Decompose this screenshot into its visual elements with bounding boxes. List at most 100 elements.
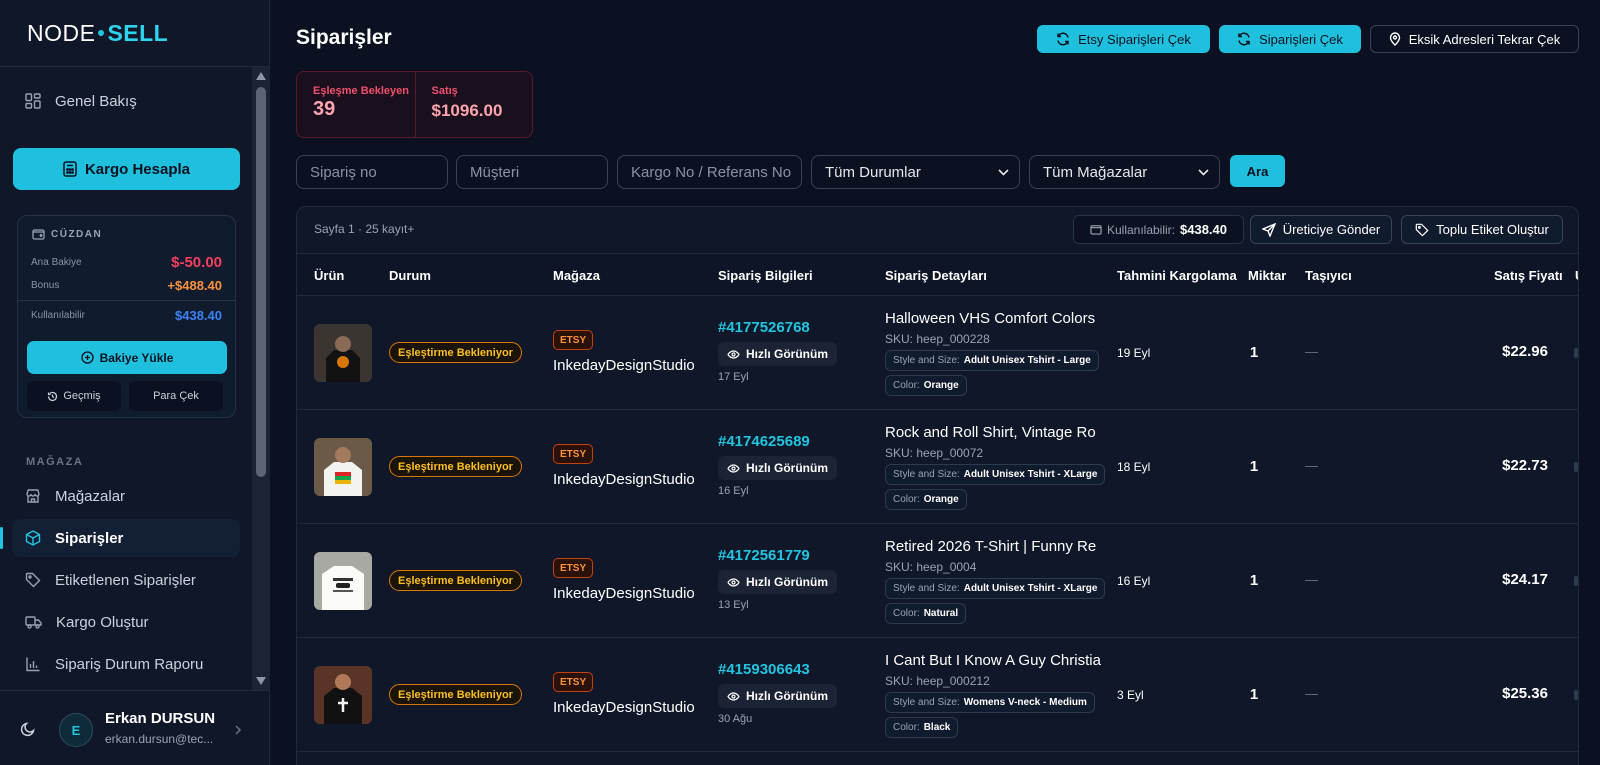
quick-view-label: Hızlı Görünüm — [746, 347, 828, 361]
main-balance-label: Ana Bakiye — [31, 257, 82, 268]
history-label: Geçmiş — [63, 390, 101, 402]
table-row[interactable]: Eşleştirme Bekleniyor ETSY InkedayDesign… — [297, 296, 1578, 410]
option-value: Adult Unisex Tshirt - XLarge — [963, 583, 1098, 594]
sidebar-item-orders[interactable]: Siparişler — [0, 519, 240, 557]
channel-badge: ETSY — [553, 558, 594, 578]
quick-view-button[interactable]: Hızlı Görünüm — [718, 684, 837, 708]
quantity: 1 — [1249, 572, 1259, 589]
chevron-right-icon[interactable] — [234, 724, 242, 736]
quick-view-button[interactable]: Hızlı Görünüm — [718, 456, 837, 480]
logo[interactable]: NODE SELL — [0, 0, 269, 67]
cargo-no-input[interactable]: Kargo No / Referans No — [617, 155, 802, 189]
logo-text-sell: SELL — [107, 20, 169, 46]
col-extra: U — [1575, 268, 1578, 283]
order-number-link[interactable]: #4159306643 — [718, 661, 810, 678]
product-title: Retired 2026 T-Shirt | Funny Re — [885, 538, 1097, 555]
user-email: erkan.dursun@tec... — [105, 732, 214, 746]
option-label: Color: — [893, 380, 920, 391]
main-balance-value: $-50.00 — [171, 254, 222, 271]
avatar[interactable]: E — [59, 713, 93, 747]
quick-view-button[interactable]: Hızlı Görünüm — [718, 570, 837, 594]
scroll-down-arrow[interactable] — [256, 677, 266, 685]
quick-view-button[interactable]: Hızlı Görünüm — [718, 342, 837, 366]
cargo-calculate-label: Kargo Hesapla — [84, 160, 191, 178]
refresh-icon — [1057, 32, 1069, 46]
store-name: InkedayDesignStudio — [553, 699, 695, 716]
order-date: 13 Eyl — [718, 599, 749, 611]
sidebar-item-order-status-report[interactable]: Sipariş Durum Raporu — [12, 645, 240, 683]
sidebar-item-stores[interactable]: Mağazalar — [12, 477, 240, 515]
fetch-orders-button[interactable]: Siparişleri Çek — [1219, 25, 1361, 53]
wallet-available-row: Kullanılabilir $438.40 — [31, 308, 222, 323]
orders-panel: Sayfa 1 · 25 kayıt+ Kullanılabilir: $438… — [296, 206, 1579, 765]
table-row[interactable]: Eşleştirme Bekleniyor ETSY InkedayDesign… — [297, 524, 1578, 638]
cut-off-column — [1574, 690, 1578, 700]
product-thumbnail[interactable] — [314, 324, 372, 382]
option-label: Style and Size: — [893, 697, 960, 708]
customer-input[interactable]: Müşteri — [456, 155, 608, 189]
option-chip-style: Style and Size: Adult Unisex Tshirt - XLa… — [885, 578, 1106, 599]
send-producer-button[interactable]: Üreticiye Gönder — [1250, 215, 1392, 244]
sidebar-item-label: Siparişler — [55, 529, 124, 547]
history-button[interactable]: Geçmiş — [27, 381, 121, 411]
col-order-info: Sipariş Bilgileri — [718, 268, 813, 283]
wallet-icon — [32, 229, 45, 240]
option-label: Style and Size: — [893, 583, 960, 594]
carrier: — — [1305, 686, 1318, 701]
order-number-link[interactable]: #4174625689 — [718, 433, 810, 450]
sidebar-item-create-cargo[interactable]: Kargo Oluştur — [12, 603, 240, 641]
col-product: Ürün — [314, 268, 345, 283]
withdraw-button[interactable]: Para Çek — [129, 381, 223, 411]
withdraw-label: Para Çek — [153, 390, 199, 402]
status-select[interactable]: Tüm Durumlar — [811, 155, 1020, 189]
option-value: Adult Unisex Tshirt - XLarge — [963, 469, 1098, 480]
product-thumbnail[interactable] — [314, 552, 372, 610]
table-row[interactable]: Eşleştirme Bekleniyor ETSY InkedayDesign… — [297, 410, 1578, 524]
panel-toolbar: Sayfa 1 · 25 kayıt+ Kullanılabilir: $438… — [297, 207, 1578, 254]
sidebar-item-labeled-orders[interactable]: Etiketlenen Siparişler — [12, 561, 240, 599]
order-no-input[interactable]: Sipariş no — [296, 155, 448, 189]
product-title: Halloween VHS Comfort Colors — [885, 310, 1096, 327]
order-number-link[interactable]: #4177526768 — [718, 319, 810, 336]
moon-icon[interactable] — [20, 721, 36, 737]
product-thumbnail[interactable] — [314, 666, 372, 724]
sidebar-scrollbar[interactable] — [252, 67, 270, 690]
col-price: Satış Fiyatı — [1494, 268, 1563, 283]
eye-icon — [727, 691, 740, 701]
scroll-up-arrow[interactable] — [256, 72, 266, 80]
available-balance-badge: Kullanılabilir: $438.40 — [1073, 215, 1244, 244]
product-title: I Cant But I Know A Guy Christia — [885, 652, 1101, 669]
fetch-etsy-orders-button[interactable]: Etsy Siparişleri Çek — [1037, 25, 1210, 53]
store-select[interactable]: Tüm Mağazalar — [1029, 155, 1220, 189]
col-qty: Miktar — [1248, 268, 1287, 283]
grid-icon — [25, 93, 41, 109]
estimated-shipping: 19 Eyl — [1117, 346, 1151, 360]
option-chip-style: Style and Size: Womens V-neck - Medium — [885, 692, 1095, 713]
page-title: Siparişler — [296, 26, 392, 49]
order-number-link[interactable]: #4172561779 — [718, 547, 810, 564]
bulk-label-button[interactable]: Toplu Etiket Oluştur — [1401, 215, 1563, 244]
sidebar-item-label: Kargo Oluştur — [56, 613, 149, 631]
product-thumbnail[interactable] — [314, 438, 372, 496]
fetch-etsy-orders-label: Etsy Siparişleri Çek — [1078, 31, 1191, 47]
wallet-icon — [1090, 225, 1102, 235]
sidebar-item-overview[interactable]: Genel Bakış — [12, 82, 240, 120]
sale-price: $25.36 — [1502, 685, 1548, 702]
topup-button[interactable]: Bakiye Yükle — [27, 341, 227, 374]
scrollbar-thumb[interactable] — [256, 87, 266, 477]
sidebar-item-label: Etiketlenen Siparişler — [55, 571, 196, 589]
col-order-details: Sipariş Detayları — [885, 268, 987, 283]
wallet-card: CÜZDAN Ana Bakiye $-50.00 Bonus +$488.40… — [17, 215, 236, 418]
user-bar[interactable]: E Erkan DURSUN erkan.dursun@tec... — [0, 690, 270, 765]
store-name: InkedayDesignStudio — [553, 585, 695, 602]
table-row[interactable]: Eşleştirme Bekleniyor ETSY InkedayDesign… — [297, 638, 1578, 752]
paging-info: Sayfa 1 · 25 kayıt+ — [314, 222, 415, 236]
refetch-addresses-button[interactable]: Eksik Adresleri Tekrar Çek — [1370, 25, 1579, 53]
search-button[interactable]: Ara — [1230, 155, 1285, 187]
order-date: 17 Eyl — [718, 371, 749, 383]
store-name: InkedayDesignStudio — [553, 471, 695, 488]
quantity: 1 — [1249, 458, 1259, 475]
stat-sales: Satış $1096.00 — [414, 72, 533, 137]
cargo-calculate-button[interactable]: Kargo Hesapla — [13, 148, 240, 190]
channel-badge: ETSY — [553, 330, 594, 350]
